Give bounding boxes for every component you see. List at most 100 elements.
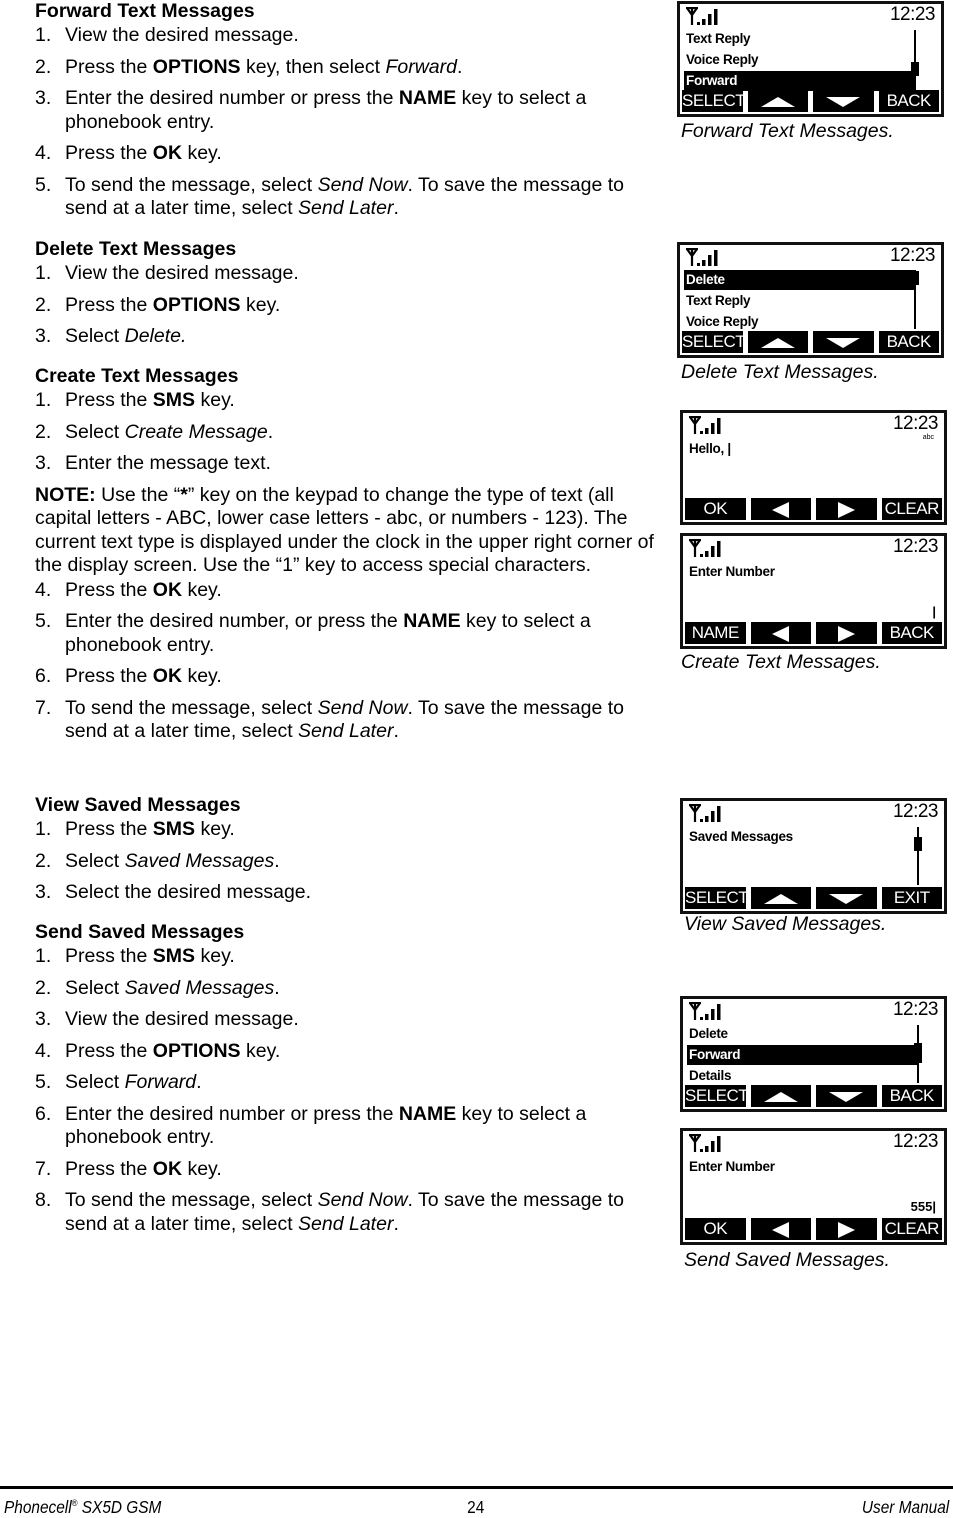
- step-number: 4.: [35, 1039, 52, 1062]
- text: Select: [65, 325, 125, 347]
- text: Use the “: [95, 483, 181, 506]
- italic-text: Saved Messages: [124, 849, 275, 872]
- softkey-exit: EXIT: [881, 887, 942, 909]
- down-arrow-icon: [813, 90, 874, 112]
- step-number: 5.: [35, 610, 52, 632]
- softkey-bar: NAME BACK: [685, 622, 942, 644]
- phone-screen-enter-number: 12:23 Enter Number | NAME BACK: [680, 533, 947, 649]
- step-item: 8. To send the message, select Send Now. …: [35, 1189, 660, 1236]
- figure-caption: Send Saved Messages.: [684, 1249, 890, 1271]
- clock: 12:23: [892, 801, 939, 822]
- product-name: Phonecell: [4, 1497, 72, 1517]
- bold-text: OK: [152, 578, 183, 601]
- text: Enter the message text.: [65, 452, 271, 474]
- step-number: 6.: [35, 1102, 52, 1125]
- step-item: 5. Select Forward.: [35, 1071, 660, 1095]
- section-create-text-messages: Create Text Messages 1. Press the SMS key…: [35, 365, 660, 744]
- section-title: View Saved Messages: [35, 794, 241, 816]
- step-list: 1. View the desired message. 2. Press the O…: [35, 262, 660, 349]
- italic-text: Forward: [385, 55, 457, 78]
- bold-text: OPTIONS: [152, 1039, 241, 1062]
- step-list: 4. Press the OK key. 5. Enter the desired n…: [35, 579, 660, 744]
- down-arrow-icon: [816, 1085, 877, 1107]
- menu-item: Saved Messages: [689, 829, 793, 844]
- scrollbar-thumb: [911, 62, 919, 76]
- softkey-back: BACK: [881, 1085, 942, 1107]
- bold-text: OK: [152, 1157, 183, 1180]
- bold-text: SMS: [152, 818, 196, 840]
- text: Press the: [65, 818, 153, 840]
- menu-item: Details: [689, 1068, 732, 1083]
- softkey-bar: SELECT BACK: [685, 1085, 942, 1107]
- step-item: 1. View the desired message.: [35, 24, 660, 48]
- page-number: 24: [467, 1497, 485, 1517]
- step-list: 1. Press the SMS key. 2. Select Create Mess…: [35, 389, 660, 476]
- text: key.: [195, 945, 235, 967]
- step-item: 2. Press the OPTIONS key.: [35, 294, 660, 318]
- clock: 12:23: [892, 1131, 939, 1152]
- step-list: 1. Press the SMS key. 2. Select Saved Messa…: [35, 945, 660, 1236]
- step-number: 3.: [35, 881, 52, 903]
- step-number: 1.: [35, 389, 52, 411]
- text: Press the: [65, 945, 153, 967]
- menu-item: Text Reply: [686, 293, 751, 308]
- section-send-saved-messages: Send Saved Messages 1. Press the SMS key.…: [35, 921, 660, 1236]
- right-arrow-icon: [816, 498, 877, 520]
- menu-item: Text Reply: [686, 31, 751, 46]
- clock: 12:23: [889, 245, 936, 266]
- footer-product: Phonecell® SX5D GSM: [4, 1497, 161, 1518]
- step-number: 7.: [35, 1157, 52, 1180]
- italic-text: Send Now: [317, 696, 408, 719]
- signal-strength-icon: [689, 1133, 725, 1159]
- text: Press the: [65, 389, 153, 411]
- section-view-saved-messages: View Saved Messages 1. Press the SMS key.…: [35, 794, 660, 905]
- signal-strength-icon: [689, 538, 725, 564]
- note-text: NOTE: Use the “*” key on the keypad to c…: [35, 484, 660, 578]
- down-arrow-glyph: [826, 96, 861, 107]
- softkey-clear: CLEAR: [881, 498, 942, 520]
- up-arrow-icon: [747, 90, 808, 112]
- softkey-name: NAME: [685, 622, 746, 644]
- bold-text: *: [180, 483, 188, 506]
- bold-text: SMS: [152, 945, 196, 967]
- step-item: 2. Press the OPTIONS key, then select For…: [35, 56, 660, 80]
- italic-text: Send Now: [317, 173, 408, 196]
- text: key.: [182, 578, 222, 601]
- italic-text: Saved Messages: [124, 976, 275, 999]
- text: View the desired message.: [65, 1008, 299, 1030]
- softkey-bar: OK CLEAR: [685, 1218, 942, 1240]
- figure-caption: View Saved Messages.: [684, 913, 887, 935]
- message-text: Hello, |: [689, 441, 731, 456]
- phone-screen-saved-messages: 12:23 Saved Messages SELECT EXIT: [680, 798, 947, 914]
- italic-text: Forward: [124, 1071, 197, 1093]
- down-arrow-glyph: [826, 337, 861, 348]
- menu-item-selected: Forward: [684, 71, 916, 91]
- step-item: 2. Select Saved Messages.: [35, 850, 660, 874]
- text: View the desired message.: [65, 262, 299, 284]
- scrollbar-thumb: [914, 837, 922, 851]
- menu-item: Voice Reply: [686, 52, 759, 67]
- softkey-bar: SELECT BACK: [682, 90, 939, 112]
- left-arrow-glyph: [772, 501, 790, 518]
- text: .: [393, 720, 399, 742]
- left-arrow-icon: [750, 498, 811, 520]
- softkey-select: SELECT: [682, 90, 743, 112]
- step-number: 7.: [35, 696, 52, 719]
- left-arrow-glyph: [772, 625, 790, 642]
- step-number: 2.: [35, 55, 52, 78]
- text: View the desired message.: [65, 24, 299, 46]
- step-item: 3. Select Delete.: [35, 325, 660, 349]
- bold-text: OPTIONS: [152, 293, 241, 316]
- clock: 12:23: [892, 413, 939, 434]
- section-forward-text-messages: Forward Text Messages 1. View the desired…: [35, 0, 660, 221]
- step-item: 1. Press the SMS key.: [35, 818, 660, 842]
- italic-text: Send Later: [298, 1212, 394, 1235]
- text: key.: [195, 389, 235, 411]
- softkey-clear: CLEAR: [881, 1218, 942, 1240]
- down-arrow-icon: [816, 887, 877, 909]
- step-list: 1. View the desired message. 2. Press the O…: [35, 24, 660, 221]
- up-arrow-icon: [750, 1085, 811, 1107]
- up-arrow-icon: [750, 887, 811, 909]
- softkey-ok: OK: [685, 498, 746, 520]
- up-arrow-glyph: [760, 337, 795, 348]
